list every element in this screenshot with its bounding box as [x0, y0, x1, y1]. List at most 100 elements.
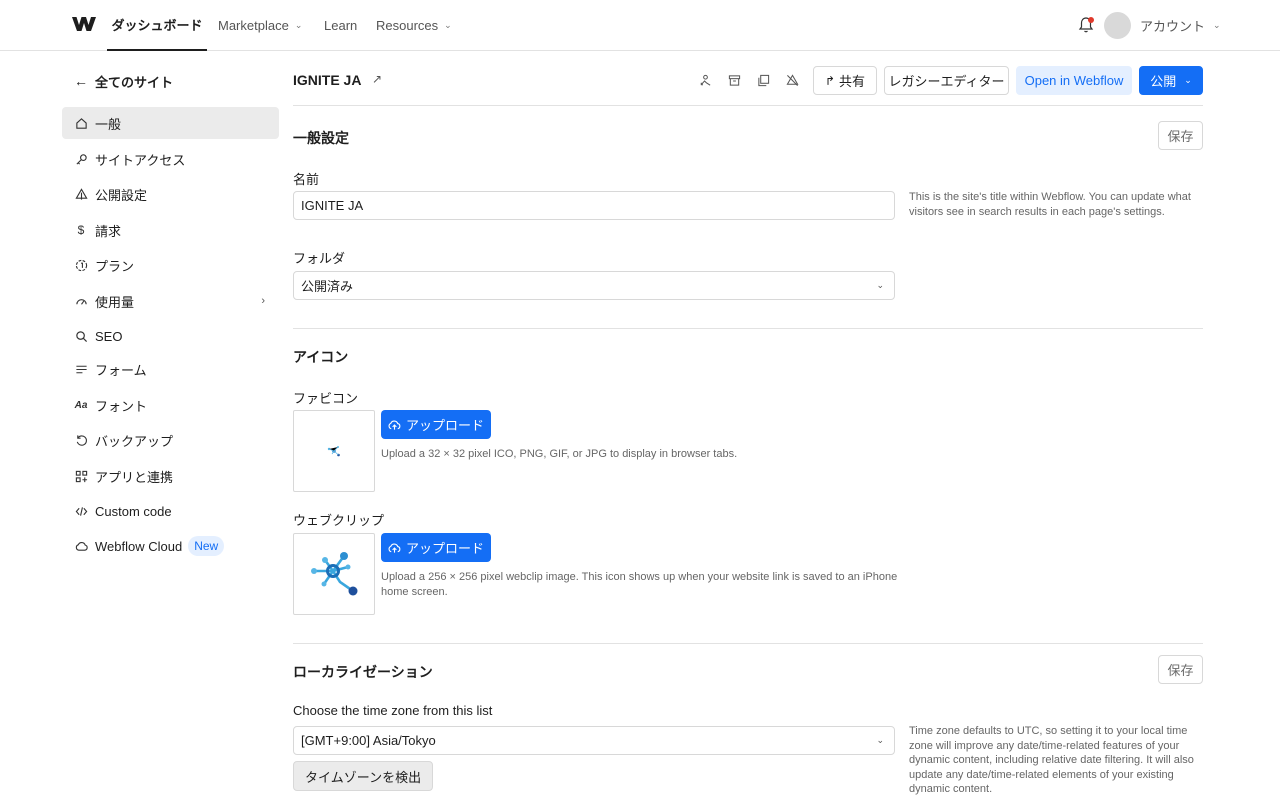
back-to-all-sites[interactable]: ← 全てのサイト [74, 72, 173, 90]
sidebar-item-backups[interactable]: バックアップ [62, 424, 279, 456]
sidebar-item-fonts[interactable]: Aa フォント [62, 389, 279, 421]
sidebar-item-usage[interactable]: 使用量 › [62, 285, 279, 317]
save-label: 保存 [1167, 129, 1194, 144]
favicon-label: ファビコン [293, 391, 359, 406]
cloud-icon [74, 539, 88, 553]
sidebar-item-label: 一般 [95, 116, 122, 132]
notification-dot [1088, 17, 1094, 23]
unpublish-icon[interactable] [785, 73, 799, 87]
share-label: 共有 [839, 74, 866, 89]
nav-dashboard-label: ダッシュボード [111, 18, 203, 33]
favicon-image [327, 446, 340, 457]
chevron-down-icon: ⌄ [1184, 75, 1192, 85]
favicon-preview [293, 410, 375, 492]
sidebar-item-label: アプリと連携 [95, 469, 174, 485]
chevron-down-icon: ⌄ [876, 735, 884, 745]
code-icon [74, 504, 88, 518]
chevron-down-icon: ⌄ [1213, 20, 1221, 30]
sidebar-item-label: Webflow Cloud [95, 538, 183, 554]
chevron-down-icon: ⌄ [876, 280, 884, 290]
sidebar-item-label: フォーム [95, 362, 147, 378]
timezone-help-text: Time zone defaults to UTC, so setting it… [909, 725, 1194, 795]
arrow-left-icon: ← [74, 73, 88, 89]
site-name-input[interactable]: IGNITE JA [293, 191, 895, 220]
page-title: IGNITE JA [293, 72, 362, 88]
sidebar-item-apps[interactable]: アプリと連携 [62, 460, 279, 492]
nav-marketplace[interactable]: Marketplace ⌄ [218, 0, 302, 51]
detect-timezone-label: タイムゾーンを検出 [305, 769, 422, 785]
account-menu[interactable]: アカウント ⌄ [1140, 0, 1221, 51]
general-settings-title: 一般設定 [293, 130, 349, 146]
webclip-preview [293, 533, 375, 615]
avatar[interactable] [1104, 12, 1131, 39]
chevron-right-icon: › [261, 295, 265, 307]
home-icon [74, 116, 88, 130]
duplicate-icon[interactable] [756, 73, 770, 87]
font-icon: Aa [74, 399, 88, 411]
sidebar-item-label: サイトアクセス [95, 152, 186, 168]
legacy-editor-button[interactable]: レガシーエディター [884, 66, 1009, 95]
webclip-image [311, 552, 358, 596]
upload-cloud-icon [388, 419, 401, 431]
sidebar-item-webflow-cloud[interactable]: Webflow Cloud New [62, 530, 279, 562]
upload-cloud-icon [388, 542, 401, 554]
publish-button[interactable]: 公開 ⌄ [1139, 66, 1203, 95]
sidebar-item-plan[interactable]: プラン [62, 249, 279, 281]
divider [293, 643, 1203, 644]
plan-icon [74, 258, 88, 272]
search-icon [74, 329, 88, 343]
sidebar-item-label: Custom code [95, 503, 172, 519]
timezone-select[interactable]: [GMT+9:00] Asia/Tokyo ⌄ [293, 726, 895, 755]
sidebar-item-label: 使用量 [95, 294, 135, 310]
sidebar-item-billing[interactable]: $ 請求 [62, 214, 279, 246]
form-icon [74, 362, 88, 376]
sidebar-item-label: フォント [95, 398, 148, 414]
share-button[interactable]: ↱ 共有 [813, 66, 877, 95]
favicon-help-text: Upload a 32 × 32 pixel ICO, PNG, GIF, or… [381, 448, 738, 460]
nav-learn-label: Learn [324, 18, 358, 33]
divider [293, 105, 1203, 106]
favicon-upload-button[interactable]: アップロード [381, 410, 491, 439]
save-button[interactable]: 保存 [1158, 655, 1203, 684]
webclip-upload-button[interactable]: アップロード [381, 533, 491, 562]
detect-timezone-button[interactable]: タイムゾーンを検出 [293, 761, 434, 791]
nav-dashboard[interactable]: ダッシュボード [107, 0, 207, 51]
open-in-webflow-label: Open in Webflow [1024, 73, 1124, 88]
sidebar-item-site-access[interactable]: サイトアクセス [62, 143, 279, 175]
backup-icon [74, 433, 88, 447]
sidebar-item-label: バックアップ [95, 433, 174, 449]
name-label: 名前 [293, 172, 320, 187]
upload-label: アップロード [405, 541, 484, 556]
nav-resources-label: Resources [376, 18, 439, 33]
nav-learn[interactable]: Learn [324, 0, 357, 51]
nav-resources[interactable]: Resources ⌄ [376, 0, 452, 51]
dollar-icon: $ [77, 223, 85, 237]
external-link-icon[interactable]: ↗ [372, 72, 382, 86]
nav-marketplace-label: Marketplace [218, 18, 289, 33]
chevron-down-icon: ⌄ [444, 20, 452, 30]
transfer-icon[interactable] [698, 73, 712, 87]
folder-label: フォルダ [293, 251, 346, 266]
sidebar-item-forms[interactable]: フォーム [62, 353, 279, 385]
publish-label: 公開 [1150, 74, 1177, 89]
archive-icon[interactable] [727, 73, 741, 87]
account-label: アカウント [1140, 19, 1206, 34]
share-icon: ↱ [824, 73, 836, 88]
sidebar-item-custom-code[interactable]: Custom code [62, 495, 279, 527]
save-button[interactable]: 保存 [1158, 121, 1203, 150]
divider [293, 328, 1203, 329]
back-label: 全てのサイト [95, 74, 174, 90]
apps-icon [74, 469, 88, 483]
webflow-logo-icon[interactable] [72, 16, 96, 32]
sidebar-item-general[interactable]: 一般 [62, 107, 279, 139]
folder-select[interactable]: 公開済み ⌄ [293, 271, 895, 300]
sidebar-item-seo[interactable]: SEO [62, 320, 279, 352]
timezone-label: Choose the time zone from this list [293, 703, 493, 718]
publish-icon [74, 187, 88, 201]
icons-section-title: アイコン [293, 349, 349, 365]
timezone-value: [GMT+9:00] Asia/Tokyo [301, 733, 436, 748]
sidebar-item-publishing[interactable]: 公開設定 [62, 178, 279, 210]
sidebar-item-label: プラン [95, 258, 135, 274]
open-in-webflow-button[interactable]: Open in Webflow [1016, 66, 1132, 95]
legacy-editor-label: レガシーエディター [888, 74, 1005, 89]
